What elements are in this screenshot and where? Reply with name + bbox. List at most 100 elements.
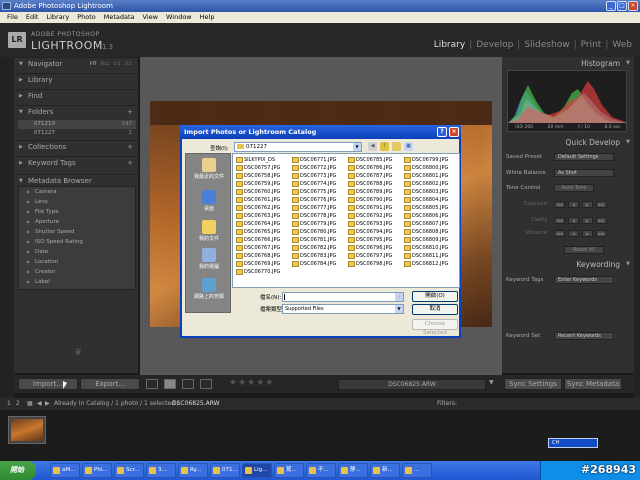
- file-item[interactable]: DSC06766.JPG: [235, 236, 292, 244]
- add-keyword-icon[interactable]: +: [127, 157, 133, 170]
- file-item[interactable]: DSC06765.JPG: [235, 228, 292, 236]
- file-item[interactable]: DSC06801.JPG: [403, 172, 460, 180]
- file-item[interactable]: DSC06803.JPG: [403, 188, 460, 196]
- panel-quick-develop[interactable]: Quick Develop ▼: [502, 136, 634, 149]
- file-item[interactable]: DSC06788.JPG: [347, 180, 404, 188]
- file-item[interactable]: DSC06760.JPG: [235, 188, 292, 196]
- module-web[interactable]: Web: [612, 40, 632, 50]
- taskbar-item[interactable]: Phi...: [82, 463, 112, 478]
- keyword-tags-dropdown[interactable]: Enter Keywords: [554, 276, 614, 284]
- taskbar-item-active[interactable]: Lig...: [242, 463, 272, 478]
- taskbar-item[interactable]: Scr...: [114, 463, 144, 478]
- menu-file[interactable]: File: [3, 12, 22, 23]
- help-button[interactable]: ?: [437, 127, 447, 137]
- metadata-item[interactable]: ▶ File Type: [19, 207, 135, 217]
- panel-navigator[interactable]: ▼ Navigator FIT FILL 1:1 3:1: [14, 57, 138, 70]
- file-item[interactable]: DSC06778.JPG: [291, 212, 348, 220]
- open-button[interactable]: 開啟(O): [412, 291, 458, 302]
- saved-preset-dropdown[interactable]: Default Settings: [554, 153, 614, 161]
- clarity-plus-large[interactable]: ▶▶: [596, 217, 607, 224]
- file-item[interactable]: DSC06804.JPG: [403, 196, 460, 204]
- file-item[interactable]: DSC06773.JPG: [291, 172, 348, 180]
- nav-fit[interactable]: FIT: [90, 58, 97, 71]
- sync-metadata-button[interactable]: Sync Metadata: [564, 378, 622, 390]
- choose-selected-button[interactable]: Choose Selected: [412, 319, 458, 336]
- file-item[interactable]: DSC06793.JPG: [347, 220, 404, 228]
- file-item[interactable]: DSC06761.JPG: [235, 196, 292, 204]
- compare-view-icon[interactable]: [182, 379, 194, 389]
- file-item[interactable]: DSC06799.JPG: [403, 156, 460, 164]
- page-2-button[interactable]: 2: [16, 398, 20, 410]
- file-item[interactable]: DSC06770.JPG: [235, 268, 292, 276]
- metadata-item[interactable]: ▶ Location: [19, 257, 135, 267]
- white-balance-dropdown[interactable]: As Shot: [554, 169, 614, 177]
- file-item[interactable]: DSC06772.JPG: [291, 164, 348, 172]
- panel-keywording[interactable]: Keywording ▼: [502, 258, 634, 271]
- file-item[interactable]: DSC06783.JPG: [291, 252, 348, 260]
- page-1-button[interactable]: 1: [7, 398, 11, 410]
- file-item[interactable]: DSC06786.JPG: [347, 164, 404, 172]
- up-folder-icon[interactable]: ↑: [380, 142, 389, 151]
- export-button[interactable]: Export...: [80, 378, 140, 390]
- clarity-plus[interactable]: ▶: [582, 217, 593, 224]
- back-icon[interactable]: ◀: [368, 142, 377, 151]
- file-type-dropdown[interactable]: Supported Files ▼: [282, 304, 404, 314]
- chevron-down-icon[interactable]: ▼: [489, 379, 494, 386]
- module-slideshow[interactable]: Slideshow: [524, 40, 569, 50]
- file-item[interactable]: DSC06767.JPG: [235, 244, 292, 252]
- menu-library[interactable]: Library: [42, 12, 73, 23]
- file-item[interactable]: DSC06779.JPG: [291, 220, 348, 228]
- menu-photo[interactable]: Photo: [73, 12, 100, 23]
- panel-keyword-tags[interactable]: ▶ Keyword Tags +: [14, 156, 138, 169]
- place-my-documents[interactable]: 我的文件: [186, 220, 232, 242]
- menu-metadata[interactable]: Metadata: [100, 12, 139, 23]
- panel-collections[interactable]: ▶ Collections +: [14, 140, 138, 153]
- metadata-item[interactable]: ▶ ISO Speed Rating: [19, 237, 135, 247]
- close-window-button[interactable]: ×: [628, 1, 638, 11]
- taskbar-item[interactable]: ...: [402, 463, 432, 478]
- reset-all-button[interactable]: Reset All: [564, 246, 604, 254]
- panel-find[interactable]: ▶ Find: [14, 89, 138, 102]
- file-item[interactable]: DSC06771.JPG: [291, 156, 348, 164]
- place-network[interactable]: 網路上的芳鄰: [186, 278, 232, 300]
- file-item[interactable]: DSC06782.JPG: [291, 244, 348, 252]
- file-item[interactable]: DSC06798.JPG: [347, 260, 404, 268]
- file-item[interactable]: DSC06794.JPG: [347, 228, 404, 236]
- file-item[interactable]: DSC06790.JPG: [347, 196, 404, 204]
- filmstrip-thumbnail[interactable]: [8, 416, 46, 444]
- close-dialog-button[interactable]: ×: [449, 127, 459, 137]
- metadata-item[interactable]: ▶ Aperture: [19, 217, 135, 227]
- metadata-item[interactable]: ▶ Label: [19, 277, 135, 287]
- taskbar-item[interactable]: 新...: [370, 463, 400, 478]
- file-item[interactable]: DSC06759.JPG: [235, 180, 292, 188]
- file-item[interactable]: DSC06802.JPG: [403, 180, 460, 188]
- file-item[interactable]: DSC06785.JPG: [347, 156, 404, 164]
- file-item[interactable]: DSC06789.JPG: [347, 188, 404, 196]
- file-item[interactable]: DSC06809.JPG: [403, 236, 460, 244]
- menu-window[interactable]: Window: [162, 12, 196, 23]
- ime-toolbar[interactable]: CH: [548, 438, 598, 448]
- metadata-item[interactable]: ▶ Shutter Speed: [19, 227, 135, 237]
- import-button[interactable]: Import...: [18, 378, 78, 390]
- file-item[interactable]: DSC06797.JPG: [347, 252, 404, 260]
- folder-item[interactable]: 071227 1: [18, 129, 136, 138]
- vibrance-minus[interactable]: ◀: [568, 230, 579, 237]
- start-button[interactable]: 開始: [0, 461, 36, 480]
- vibrance-plus[interactable]: ▶: [582, 230, 593, 237]
- metadata-item[interactable]: ▶ Creator: [19, 267, 135, 277]
- file-item[interactable]: DSC06811.JPG: [403, 252, 460, 260]
- file-item[interactable]: DSC06775.JPG: [291, 188, 348, 196]
- taskbar-item[interactable]: Ry...: [178, 463, 208, 478]
- file-item[interactable]: DSC06808.JPG: [403, 228, 460, 236]
- exposure-minus-large[interactable]: ◀◀: [554, 201, 565, 208]
- nav-3to1[interactable]: 3:1: [125, 58, 132, 71]
- module-print[interactable]: Print: [581, 40, 602, 50]
- add-collection-icon[interactable]: +: [127, 141, 133, 154]
- panel-histogram[interactable]: Histogram ▼: [502, 57, 634, 70]
- module-develop[interactable]: Develop: [476, 40, 513, 50]
- file-item[interactable]: DSC06764.JPG: [235, 220, 292, 228]
- keyword-set-dropdown[interactable]: Recent Keywords: [554, 332, 614, 340]
- file-item[interactable]: DSC06796.JPG: [347, 244, 404, 252]
- exposure-minus[interactable]: ◀: [568, 201, 579, 208]
- nav-1to1[interactable]: 1:1: [114, 58, 121, 71]
